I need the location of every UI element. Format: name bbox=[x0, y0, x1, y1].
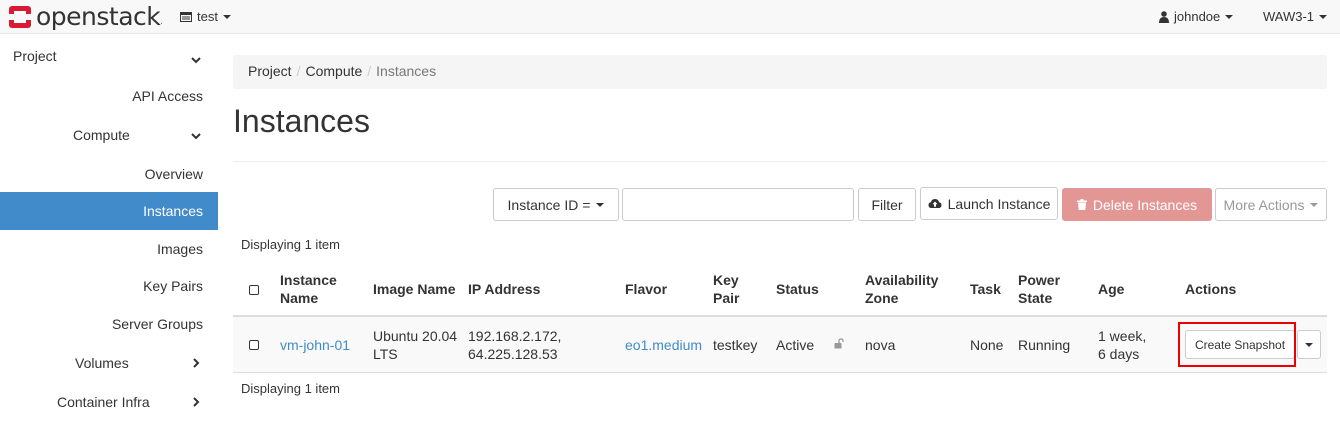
sidebar-item-label: Instances bbox=[143, 203, 203, 219]
region-name: WAW3-1 bbox=[1263, 9, 1315, 24]
select-all-checkbox[interactable] bbox=[249, 285, 259, 295]
sidebar-item-label: API Access bbox=[132, 88, 203, 104]
openstack-logo[interactable]: openstack . bbox=[8, 2, 163, 31]
logo-mark: . bbox=[160, 17, 163, 26]
sidebar-item-compute[interactable]: Compute bbox=[0, 115, 218, 153]
top-navbar: openstack . test johndoe WAW3-1 bbox=[0, 0, 1340, 34]
header-availability-zone[interactable]: Availability Zone bbox=[865, 271, 938, 307]
launch-instance-label: Launch Instance bbox=[947, 195, 1051, 212]
display-count-top: Displaying 1 item bbox=[241, 237, 340, 252]
row-actions-dropdown-toggle[interactable] bbox=[1297, 330, 1321, 359]
sidebar-item-images[interactable]: Images bbox=[0, 229, 218, 267]
display-count-bottom: Displaying 1 item bbox=[241, 381, 340, 396]
user-name: johndoe bbox=[1174, 9, 1221, 24]
sidebar: Project API Access Compute Overview Inst… bbox=[0, 35, 218, 423]
header-flavor[interactable]: Flavor bbox=[625, 280, 667, 298]
caret-down-icon bbox=[1225, 14, 1234, 19]
sidebar-item-overview[interactable]: Overview bbox=[0, 154, 218, 192]
delete-instances-button[interactable]: Delete Instances bbox=[1062, 188, 1212, 221]
filter-field-label: Instance ID = bbox=[507, 196, 591, 213]
caret-down-icon bbox=[596, 202, 605, 207]
header-power-state[interactable]: Power State bbox=[1018, 271, 1060, 307]
sidebar-item-label: Project bbox=[13, 48, 57, 64]
header-task[interactable]: Task bbox=[970, 280, 1001, 298]
task-cell: None bbox=[970, 337, 1004, 353]
header-key-pair[interactable]: Key Pair bbox=[713, 271, 739, 307]
breadcrumb: Project / Compute / Instances bbox=[233, 55, 1327, 89]
breadcrumb-compute[interactable]: Compute bbox=[305, 63, 362, 79]
breadcrumb-separator: / bbox=[296, 63, 301, 79]
header-instance-name[interactable]: Instance Name bbox=[280, 271, 337, 307]
header-status[interactable]: Status bbox=[776, 280, 819, 298]
user-icon bbox=[1159, 10, 1169, 23]
openstack-logo-icon bbox=[9, 5, 31, 28]
user-menu[interactable]: johndoe bbox=[1159, 9, 1234, 24]
project-switcher[interactable]: test bbox=[180, 9, 231, 24]
sidebar-item-label: Compute bbox=[73, 127, 130, 143]
sidebar-item-api-access[interactable]: API Access bbox=[0, 76, 218, 114]
filter-input[interactable] bbox=[622, 188, 854, 221]
header-actions: Actions bbox=[1185, 281, 1237, 297]
delete-instances-label: Delete Instances bbox=[1092, 196, 1198, 213]
page-title: Instances bbox=[233, 103, 370, 139]
flavor-link[interactable]: eo1.medium bbox=[625, 336, 702, 354]
header-ip-address[interactable]: IP Address bbox=[468, 280, 540, 298]
caret-down-icon bbox=[1319, 14, 1328, 19]
unlock-icon bbox=[834, 338, 844, 349]
filter-button[interactable]: Filter bbox=[858, 188, 916, 221]
more-actions-label: More Actions bbox=[1223, 196, 1305, 213]
status-cell: Active bbox=[776, 337, 815, 353]
project-icon bbox=[180, 11, 192, 22]
sidebar-item-instances[interactable]: Instances bbox=[0, 192, 218, 230]
chevron-right-icon bbox=[193, 358, 200, 368]
sidebar-item-label: Server Groups bbox=[111, 316, 203, 332]
breadcrumb-current: Instances bbox=[376, 63, 437, 79]
header-age[interactable]: Age bbox=[1098, 280, 1124, 298]
launch-instance-button[interactable]: Launch Instance bbox=[920, 187, 1058, 220]
power-state-cell: Running bbox=[1018, 337, 1071, 353]
sidebar-item-label: Volumes bbox=[75, 355, 129, 371]
image-name-cell: Ubuntu 20.04 LTS bbox=[373, 328, 458, 362]
row-checkbox[interactable] bbox=[249, 340, 259, 350]
chevron-down-icon bbox=[191, 57, 201, 64]
logo-text: openstack bbox=[36, 2, 161, 31]
sidebar-item-label: Key Pairs bbox=[143, 278, 203, 294]
cloud-upload-icon bbox=[928, 199, 942, 208]
header-image-name[interactable]: Image Name bbox=[373, 280, 455, 298]
highlight-box bbox=[1178, 322, 1296, 367]
caret-down-icon bbox=[1305, 342, 1313, 347]
sidebar-item-container-infra[interactable]: Container Infra bbox=[0, 382, 218, 420]
region-menu[interactable]: WAW3-1 bbox=[1263, 9, 1328, 24]
table-row: vm-john-01 Ubuntu 20.04 LTS 192.168.2.17… bbox=[233, 317, 1327, 373]
sidebar-item-label: Images bbox=[157, 241, 203, 257]
sidebar-item-project[interactable]: Project bbox=[0, 37, 218, 75]
caret-down-icon bbox=[1310, 202, 1319, 207]
age-cell: 1 week, 6 days bbox=[1098, 328, 1147, 362]
breadcrumb-separator: / bbox=[367, 63, 372, 79]
trash-icon bbox=[1076, 199, 1087, 210]
breadcrumb-project[interactable]: Project bbox=[248, 63, 292, 79]
key-pair-cell: testkey bbox=[713, 337, 758, 353]
ip-address-cell: 192.168.2.172, 64.225.128.53 bbox=[468, 328, 562, 362]
sidebar-item-label: Overview bbox=[144, 166, 203, 182]
title-divider bbox=[233, 161, 1327, 162]
sidebar-item-volumes[interactable]: Volumes bbox=[0, 343, 218, 381]
sidebar-item-key-pairs[interactable]: Key Pairs bbox=[0, 266, 218, 304]
project-name: test bbox=[197, 9, 218, 24]
chevron-right-icon bbox=[193, 397, 200, 407]
table-header: Instance Name Image Name IP Address Flav… bbox=[233, 264, 1327, 317]
chevron-down-icon bbox=[191, 133, 201, 140]
instance-name-link[interactable]: vm-john-01 bbox=[280, 336, 350, 354]
caret-down-icon bbox=[222, 14, 231, 19]
filter-field-select[interactable]: Instance ID = bbox=[493, 188, 619, 221]
availability-zone-cell: nova bbox=[865, 337, 896, 353]
sidebar-item-label: Container Infra bbox=[57, 394, 150, 410]
sidebar-item-server-groups[interactable]: Server Groups bbox=[0, 304, 218, 342]
more-actions-button[interactable]: More Actions bbox=[1215, 188, 1327, 221]
